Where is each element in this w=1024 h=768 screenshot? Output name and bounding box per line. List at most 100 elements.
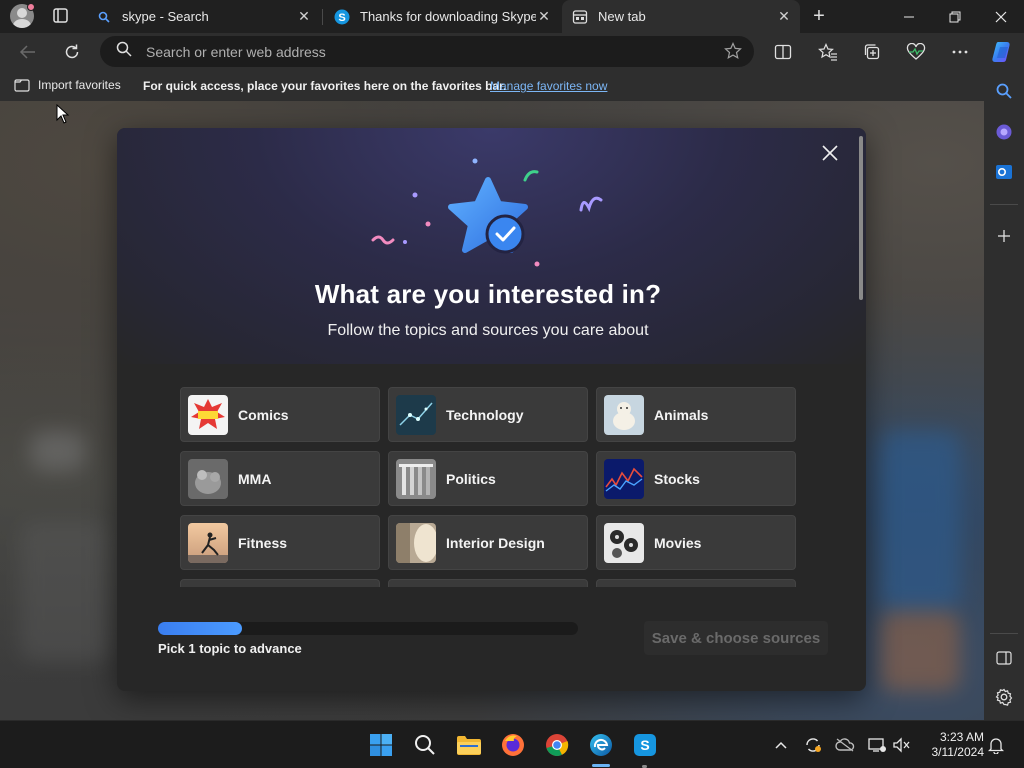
- tab-skype-download[interactable]: S Thanks for downloading Skype ✕: [324, 0, 560, 33]
- topic-card-stocks[interactable]: Stocks: [596, 451, 796, 506]
- search-icon: [96, 9, 112, 25]
- blurred-tile: [30, 431, 85, 471]
- blurred-tile: [20, 521, 110, 661]
- sidebar-separator: [990, 204, 1018, 205]
- interior-design-thumbnail: [396, 522, 436, 563]
- topic-label: Interior Design: [446, 534, 545, 551]
- topic-card-partial[interactable]: [596, 579, 796, 587]
- refresh-button[interactable]: [58, 38, 86, 66]
- copilot-icon[interactable]: [988, 37, 1018, 67]
- sidebar-settings-icon[interactable]: [992, 685, 1016, 709]
- sidebar-outlook-icon[interactable]: [992, 160, 1016, 184]
- blurred-tile: [880, 431, 960, 611]
- new-tab-button[interactable]: +: [808, 5, 830, 27]
- comics-thumbnail: [188, 394, 228, 435]
- topic-card-interior-design[interactable]: Interior Design: [388, 515, 588, 570]
- sidebar-copilot-icon[interactable]: [992, 120, 1016, 144]
- tab-actions-menu-icon[interactable]: [48, 5, 72, 27]
- firefox-icon[interactable]: [500, 732, 526, 758]
- topics-grid: Comics Technology Animals MMA Politics S…: [180, 387, 800, 587]
- close-dialog-button[interactable]: [819, 142, 841, 164]
- onedrive-tray-icon[interactable]: [835, 735, 855, 755]
- clock-date: 3/11/2024: [931, 745, 985, 759]
- save-choose-sources-button[interactable]: Save & choose sources: [644, 621, 828, 655]
- network-tray-icon[interactable]: [867, 735, 887, 755]
- close-window-button[interactable]: [978, 0, 1024, 33]
- edge-icon[interactable]: [588, 732, 614, 758]
- sidebar-add-icon[interactable]: [992, 224, 1016, 248]
- topic-label: Comics: [238, 406, 289, 423]
- chrome-icon[interactable]: [544, 732, 570, 758]
- hide-sidebar-icon[interactable]: [992, 646, 1016, 670]
- svg-text:S: S: [338, 12, 345, 24]
- import-favorites-label: Import favorites: [38, 78, 121, 92]
- address-bar[interactable]: [100, 36, 754, 67]
- dialog-subtitle: Follow the topics and sources you care a…: [327, 322, 649, 339]
- tab-skype-search[interactable]: skype - Search ✕: [86, 0, 320, 33]
- tab-title: Thanks for downloading Skype: [360, 9, 536, 24]
- taskbar-clock[interactable]: 3:23 AM 3/11/2024: [920, 730, 985, 760]
- notification-bell-icon[interactable]: [986, 735, 1006, 755]
- topic-label: Politics: [446, 470, 496, 487]
- topic-card-mma[interactable]: MMA: [180, 451, 380, 506]
- topic-label: Fitness: [238, 534, 288, 551]
- tab-new-tab[interactable]: New tab ✕: [562, 0, 800, 33]
- sidebar-separator: [990, 633, 1018, 634]
- browser-essentials-icon[interactable]: [903, 39, 929, 65]
- clock-time: 3:23 AM: [939, 730, 984, 744]
- topic-card-movies[interactable]: Movies: [596, 515, 796, 570]
- windows-taskbar: S 3:23 AM 3/11/2024: [0, 720, 1024, 768]
- mma-thumbnail: [188, 458, 228, 499]
- sync-tray-icon[interactable]: [803, 735, 823, 755]
- blurred-tile: [880, 611, 960, 691]
- taskbar-search-icon[interactable]: [412, 732, 438, 758]
- favorites-bar-message: For quick access, place your favorites h…: [143, 79, 507, 93]
- more-options-icon[interactable]: [947, 39, 973, 65]
- tab-title: skype - Search: [122, 9, 209, 24]
- interests-dialog: What are you interested in? Follow the t…: [117, 128, 866, 691]
- active-app-indicator: [592, 764, 610, 767]
- import-favorites-button[interactable]: Import favorites: [14, 78, 121, 92]
- windows-start-icon[interactable]: [368, 732, 394, 758]
- collections-icon[interactable]: [859, 39, 885, 65]
- minimize-button[interactable]: [886, 0, 932, 33]
- topic-card-politics[interactable]: Politics: [388, 451, 588, 506]
- search-icon: [116, 41, 132, 62]
- topic-label: Technology: [446, 406, 524, 423]
- skype-taskbar-icon[interactable]: S: [632, 732, 658, 758]
- topic-card-partial[interactable]: [388, 579, 588, 587]
- topic-card-comics[interactable]: Comics: [180, 387, 380, 442]
- favorites-icon[interactable]: [815, 39, 841, 65]
- topic-label: Animals: [654, 406, 709, 423]
- edge-sidebar: [984, 71, 1024, 720]
- show-hidden-icons-chevron-icon[interactable]: [771, 735, 791, 755]
- topic-card-fitness[interactable]: Fitness: [180, 515, 380, 570]
- volume-muted-icon[interactable]: [891, 735, 911, 755]
- favorites-bar: Import favorites For quick access, place…: [0, 71, 984, 101]
- dialog-title: What are you interested in?: [314, 279, 662, 309]
- address-input[interactable]: [146, 43, 706, 60]
- topic-card-technology[interactable]: Technology: [388, 387, 588, 442]
- topic-card-animals[interactable]: Animals: [596, 387, 796, 442]
- file-explorer-icon[interactable]: [456, 732, 482, 758]
- stocks-thumbnail: [604, 458, 644, 499]
- split-screen-icon[interactable]: [770, 39, 796, 65]
- back-button[interactable]: [14, 38, 42, 66]
- close-tab-icon[interactable]: ✕: [536, 8, 552, 25]
- favorite-star-icon[interactable]: [724, 42, 742, 65]
- dialog-scrollbar[interactable]: [859, 136, 863, 300]
- topic-card-partial[interactable]: [180, 579, 380, 587]
- sidebar-search-icon[interactable]: [992, 79, 1016, 103]
- manage-favorites-link[interactable]: Manage favorites now: [490, 79, 607, 93]
- close-tab-icon[interactable]: ✕: [296, 8, 312, 25]
- technology-thumbnail: [396, 394, 436, 435]
- animals-thumbnail: [604, 394, 644, 435]
- close-tab-icon[interactable]: ✕: [776, 8, 792, 25]
- tab-title: New tab: [598, 9, 646, 24]
- restore-button[interactable]: [932, 0, 978, 33]
- navigation-toolbar: [0, 33, 1024, 71]
- tab-separator: [322, 9, 323, 25]
- progress-fill: [158, 622, 242, 635]
- close-icon: [822, 145, 838, 161]
- new-tab-page-icon: [572, 9, 588, 25]
